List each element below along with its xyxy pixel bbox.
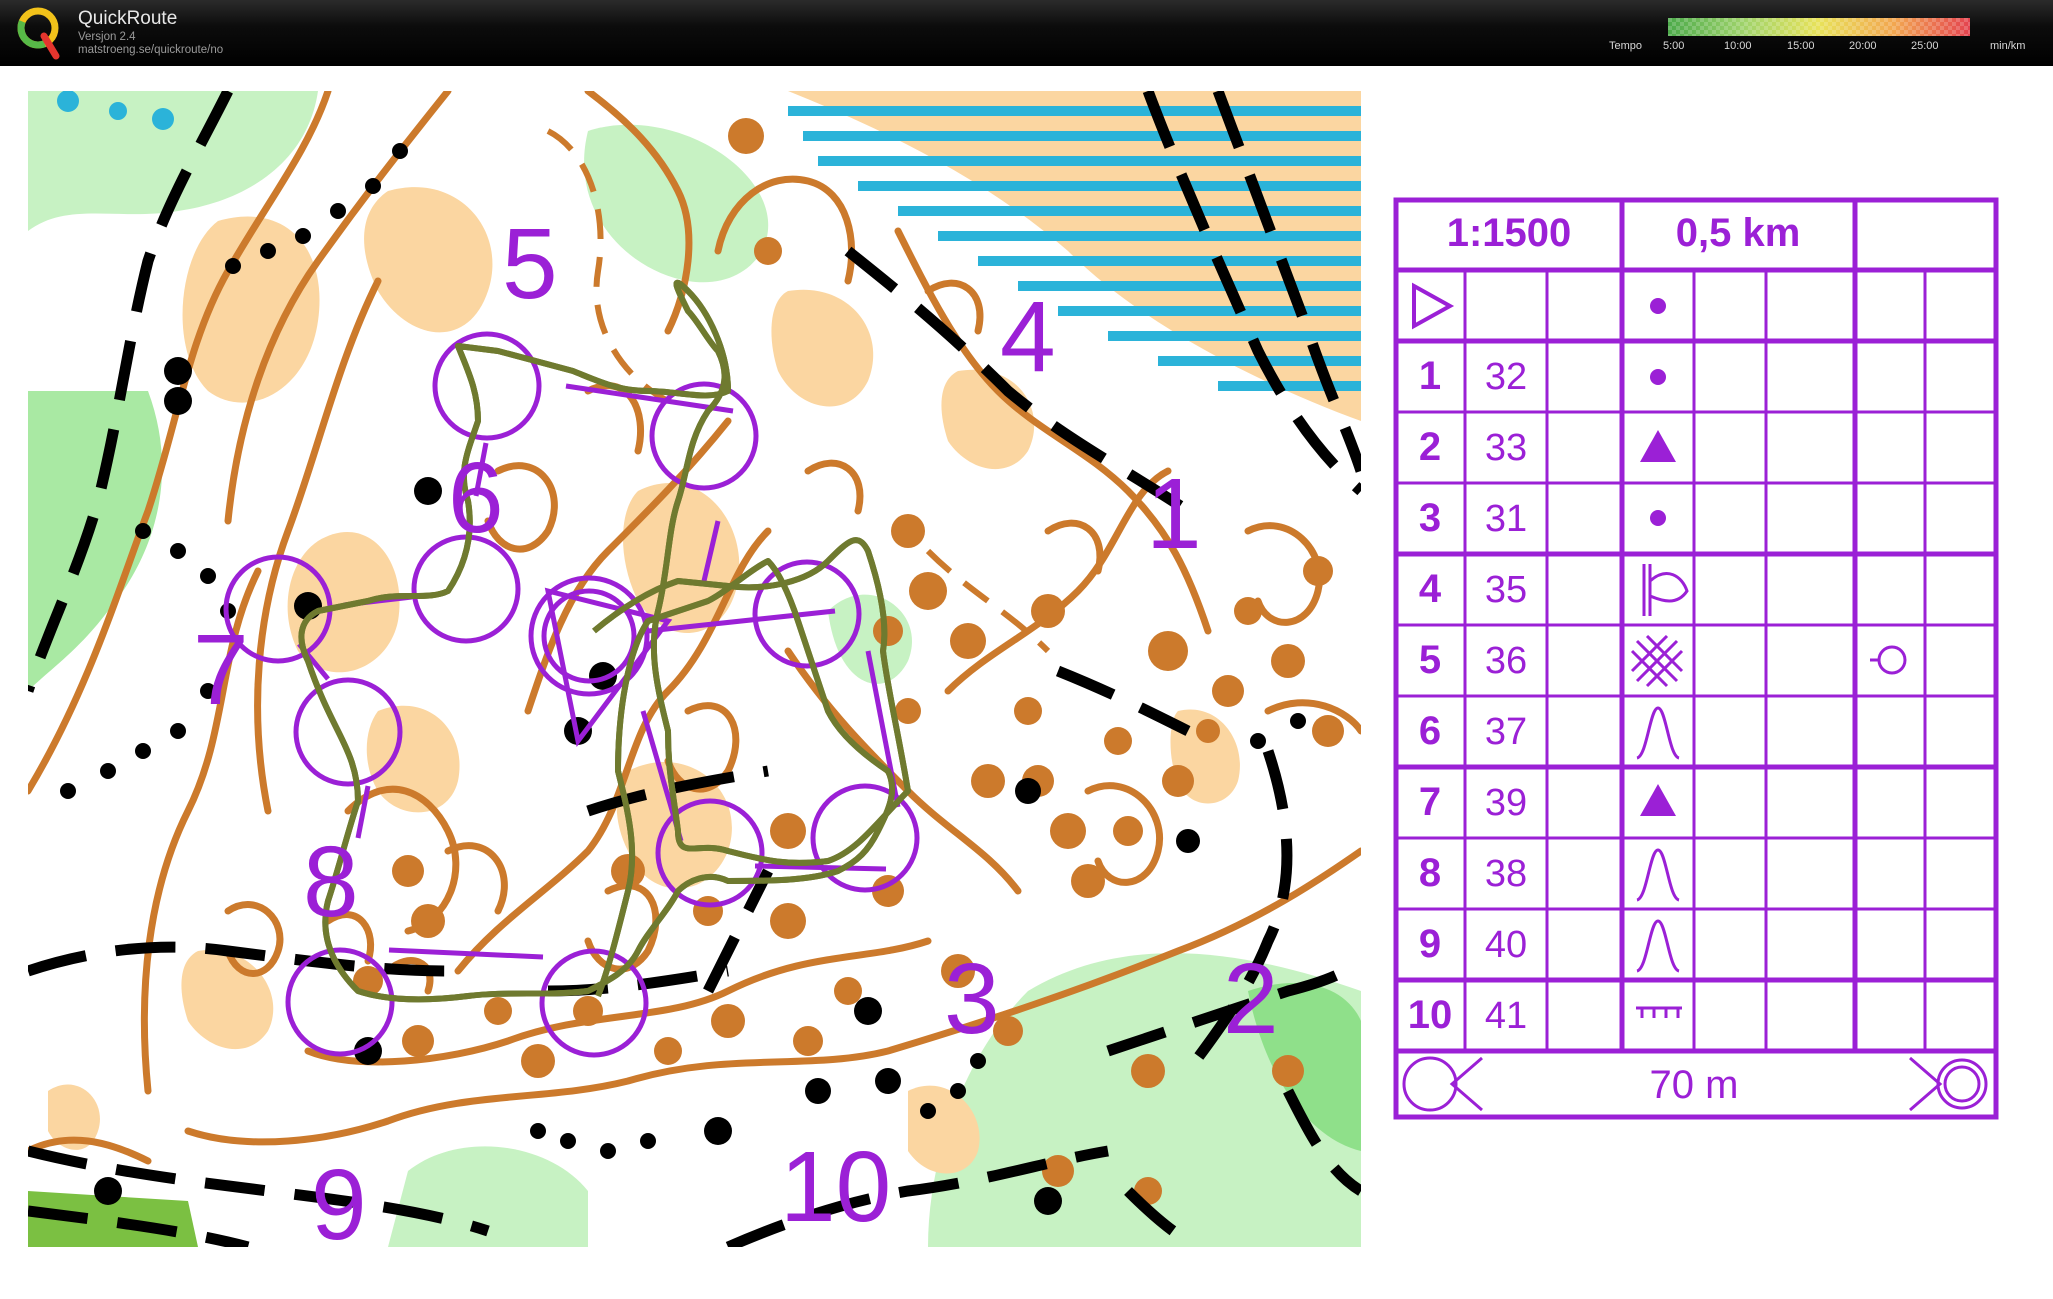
pace-tick-25: 25:00 bbox=[1911, 40, 1939, 52]
control-number-8: 8 bbox=[303, 826, 359, 938]
app-title: QuickRoute bbox=[78, 8, 178, 29]
dot-icon bbox=[1650, 510, 1666, 526]
row-number: 7 bbox=[1419, 780, 1441, 824]
row-number: 1 bbox=[1419, 354, 1441, 398]
app-url: matstroeng.se/quickroute/no bbox=[78, 44, 224, 56]
row-number: 4 bbox=[1419, 567, 1442, 611]
row-number: 3 bbox=[1419, 496, 1441, 540]
pace-tick-5: 5:00 bbox=[1663, 40, 1685, 52]
control-number-1: 1 bbox=[1146, 458, 1202, 570]
orienteering-map[interactable]: 1 2 3 4 5 6 7 8 9 10 bbox=[28, 91, 1361, 1247]
row-number: 9 bbox=[1419, 922, 1441, 966]
row-number: 5 bbox=[1419, 638, 1441, 682]
row-code: 41 bbox=[1485, 995, 1527, 1037]
control-number-5: 5 bbox=[502, 208, 558, 320]
row-code: 38 bbox=[1485, 853, 1527, 895]
quickroute-logo-icon bbox=[17, 7, 60, 60]
row-code: 39 bbox=[1485, 782, 1527, 824]
row-code: 37 bbox=[1485, 711, 1527, 753]
pace-color-scale bbox=[1668, 18, 1970, 36]
row-code: 31 bbox=[1485, 498, 1527, 540]
pace-unit: min/km bbox=[1990, 40, 2026, 52]
course-length: 0,5 km bbox=[1676, 211, 1801, 255]
pace-scale-label: Tempo bbox=[1609, 40, 1643, 52]
control-number-10: 10 bbox=[780, 1131, 891, 1243]
row-number: 6 bbox=[1419, 709, 1441, 753]
pace-tick-15: 15:00 bbox=[1787, 40, 1815, 52]
pace-tick-10: 10:00 bbox=[1724, 40, 1752, 52]
finish-distance: 70 m bbox=[1650, 1063, 1739, 1107]
row-number: 2 bbox=[1419, 425, 1441, 469]
dot-icon bbox=[1650, 369, 1666, 385]
row-number: 8 bbox=[1419, 851, 1441, 895]
title-bar: QuickRoute Versjon 2.4 matstroeng.se/qui… bbox=[0, 0, 2053, 66]
row-code: 33 bbox=[1485, 427, 1527, 469]
pace-tick-20: 20:00 bbox=[1849, 40, 1877, 52]
control-number-2: 2 bbox=[1223, 943, 1279, 1055]
row-code: 40 bbox=[1485, 924, 1527, 966]
app-version: Versjon 2.4 bbox=[78, 31, 136, 43]
control-number-4: 4 bbox=[1000, 281, 1056, 393]
dot-icon bbox=[1650, 298, 1666, 314]
control-number-3: 3 bbox=[944, 943, 1000, 1055]
row-code: 35 bbox=[1485, 569, 1527, 611]
row-code: 32 bbox=[1485, 356, 1527, 398]
control-number-6: 6 bbox=[448, 442, 504, 554]
control-number-9: 9 bbox=[311, 1149, 367, 1247]
map-scale: 1:1500 bbox=[1447, 211, 1572, 255]
control-description-sheet: 1:1500 0,5 km 1 32 2 33 3 31 4 35 5 36 6… bbox=[1392, 196, 2000, 1121]
control-number-7: 7 bbox=[193, 614, 249, 726]
row-number: 10 bbox=[1408, 993, 1453, 1037]
row-code: 36 bbox=[1485, 640, 1527, 682]
